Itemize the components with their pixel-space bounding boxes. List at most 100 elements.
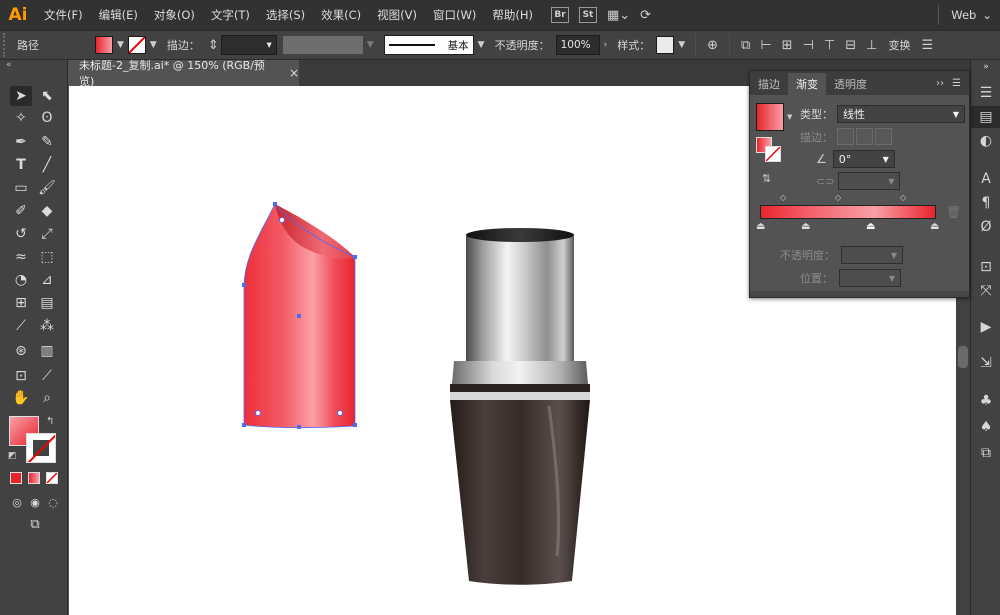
menu-type[interactable]: 文字(T)	[203, 0, 258, 30]
panel-resize-grip[interactable]	[750, 291, 969, 297]
column-graph-tool-icon[interactable]: ▥	[36, 341, 58, 361]
more-options-icon[interactable]: ☰	[921, 38, 933, 53]
control-bar-grip[interactable]	[3, 33, 11, 57]
chevron-down-icon[interactable]: ▼	[117, 40, 124, 50]
gradient-tool-icon[interactable]: ▤	[36, 293, 58, 313]
workspace-switcher[interactable]: Web ⌄	[938, 4, 992, 26]
align-middle-icon[interactable]: ⊟	[845, 38, 856, 53]
symbols-panel-icon[interactable]: ♣	[971, 390, 1000, 412]
tab-stroke[interactable]: 描边	[750, 73, 788, 95]
tab-transparency[interactable]: 透明度	[826, 73, 875, 95]
variable-width-profile[interactable]	[282, 36, 363, 54]
opentype-panel-icon[interactable]: Ø	[971, 216, 1000, 238]
menu-file[interactable]: 文件(F)	[36, 0, 91, 30]
perspective-grid-tool-icon[interactable]: ⊿	[36, 270, 58, 290]
shaper-tool-icon[interactable]: ✐	[10, 201, 32, 221]
default-fill-stroke-icon[interactable]: ◩	[8, 451, 17, 461]
zoom-tool-icon[interactable]: ⌕	[36, 388, 58, 408]
gradient-stop[interactable]: ⏏	[930, 221, 939, 232]
scale-tool-icon[interactable]: ⤢	[36, 224, 58, 244]
none-mode-icon[interactable]	[46, 472, 58, 484]
type-tool-icon[interactable]: T	[10, 155, 32, 175]
align-left-icon[interactable]: ⊢	[760, 38, 771, 53]
align-right-icon[interactable]: ⊣	[803, 38, 814, 53]
lipstick-tube[interactable]	[450, 228, 590, 585]
paragraph-panel-icon[interactable]: ¶	[971, 192, 1000, 214]
hand-tool-icon[interactable]: ✋	[10, 388, 32, 408]
pen-tool-icon[interactable]: ✒	[10, 132, 32, 152]
stroke-across-icon[interactable]	[875, 128, 892, 145]
lipstick-shape[interactable]	[242, 202, 357, 429]
midpoint-marker[interactable]: ◇	[900, 193, 906, 202]
gradient-mode-icon[interactable]	[28, 472, 40, 484]
swap-fill-stroke-icon[interactable]: ↰	[46, 416, 54, 427]
dock-collapse-icon[interactable]: »	[971, 60, 1000, 74]
aspect-ratio-select[interactable]: ▼	[838, 172, 901, 190]
align-center-icon[interactable]: ⊞	[782, 38, 793, 53]
line-tool-icon[interactable]: ╱	[36, 155, 58, 175]
slice-tool-icon[interactable]: ⟋	[36, 366, 58, 386]
stroke-color-box[interactable]	[26, 433, 56, 463]
properties-panel-icon[interactable]: ☰	[971, 82, 1000, 104]
stroke-along-icon[interactable]	[856, 128, 873, 145]
eyedropper-tool-icon[interactable]: ⟋	[10, 316, 32, 336]
toolbox-collapse-icon[interactable]: «	[0, 60, 67, 74]
menu-help[interactable]: 帮助(H)	[484, 0, 541, 30]
actions-panel-icon[interactable]: ▶	[971, 316, 1000, 338]
selection-tool-icon[interactable]: ➤	[10, 86, 32, 106]
close-icon[interactable]: ×	[289, 66, 299, 80]
color-mode-icon[interactable]	[10, 472, 22, 484]
paintbrush-tool-icon[interactable]: 🖌︎	[36, 178, 58, 198]
menu-view[interactable]: 视图(V)	[369, 0, 425, 30]
gradient-stop[interactable]: ⏏	[866, 221, 875, 232]
links-panel-icon[interactable]: ⇲	[971, 352, 1000, 374]
bridge-button[interactable]: Br	[550, 7, 569, 23]
fill-stroke-mini[interactable]	[756, 137, 782, 163]
screen-mode-icon[interactable]: ⧉	[24, 514, 46, 534]
brushes-panel-icon[interactable]: ♠	[971, 416, 1000, 438]
stroke-within-icon[interactable]	[837, 128, 854, 145]
shape-builder-tool-icon[interactable]: ◔	[10, 270, 32, 290]
menu-object[interactable]: 对象(O)	[146, 0, 203, 30]
stroke-weight-stepper-icon[interactable]: ⇕	[208, 38, 219, 53]
opacity-field[interactable]: 100%	[555, 35, 600, 55]
stop-opacity-select[interactable]: ▼	[841, 246, 903, 264]
align-bottom-icon[interactable]: ⊥	[866, 38, 877, 53]
chevron-down-icon[interactable]: ▼	[478, 40, 485, 50]
rectangle-tool-icon[interactable]: ▭	[10, 178, 32, 198]
gpu-performance-icon[interactable]: ⟳	[640, 8, 651, 23]
align-top-icon[interactable]: ⊤	[824, 38, 835, 53]
collapse-panel-icon[interactable]: ››	[936, 78, 944, 89]
graphic-style-swatch[interactable]	[656, 36, 675, 54]
magic-wand-tool-icon[interactable]: ✧	[10, 108, 32, 128]
transform-button[interactable]: 变换	[888, 37, 910, 53]
chevron-right-icon[interactable]: ›	[604, 40, 608, 50]
scrollbar-thumb[interactable]	[958, 346, 968, 368]
angle-select[interactable]: 0° ▼	[832, 150, 895, 168]
blend-tool-icon[interactable]: ⁂	[36, 316, 58, 336]
recolor-artwork-icon[interactable]: ⊕	[707, 38, 718, 53]
draw-inside-icon[interactable]: ◌	[42, 492, 64, 512]
midpoint-marker[interactable]: ◇	[835, 193, 841, 202]
menu-edit[interactable]: 编辑(E)	[91, 0, 146, 30]
gradient-stop[interactable]: ⏏	[801, 221, 810, 232]
direct-selection-tool-icon[interactable]: ⬉	[36, 86, 58, 106]
symbol-sprayer-tool-icon[interactable]: ⊛	[10, 341, 32, 361]
stroke-weight-field[interactable]: ▾	[220, 35, 277, 55]
chevron-down-icon[interactable]: ▼	[367, 40, 374, 50]
transform-panel-icon[interactable]: ⤧	[971, 280, 1000, 302]
transparency-panel-icon[interactable]: ◐	[971, 130, 1000, 152]
free-transform-tool-icon[interactable]: ⬚	[36, 247, 58, 267]
gradient-stop[interactable]: ⏏	[756, 221, 765, 232]
eraser-tool-icon[interactable]: ◆	[36, 201, 58, 221]
fill-swatch[interactable]	[95, 36, 113, 54]
rotate-tool-icon[interactable]: ↺	[10, 224, 32, 244]
stock-button[interactable]: St	[578, 7, 597, 23]
curvature-tool-icon[interactable]: ✎	[36, 132, 58, 152]
gradient-type-select[interactable]: 线性 ▼	[837, 105, 965, 123]
gradient-panel-icon[interactable]: ▤	[971, 106, 1000, 128]
reverse-gradient-icon[interactable]: ⇅	[762, 172, 771, 185]
brush-definition-field[interactable]: 基本	[383, 35, 474, 55]
tab-gradient[interactable]: 渐变	[788, 73, 826, 95]
mesh-tool-icon[interactable]: ⊞	[10, 293, 32, 313]
